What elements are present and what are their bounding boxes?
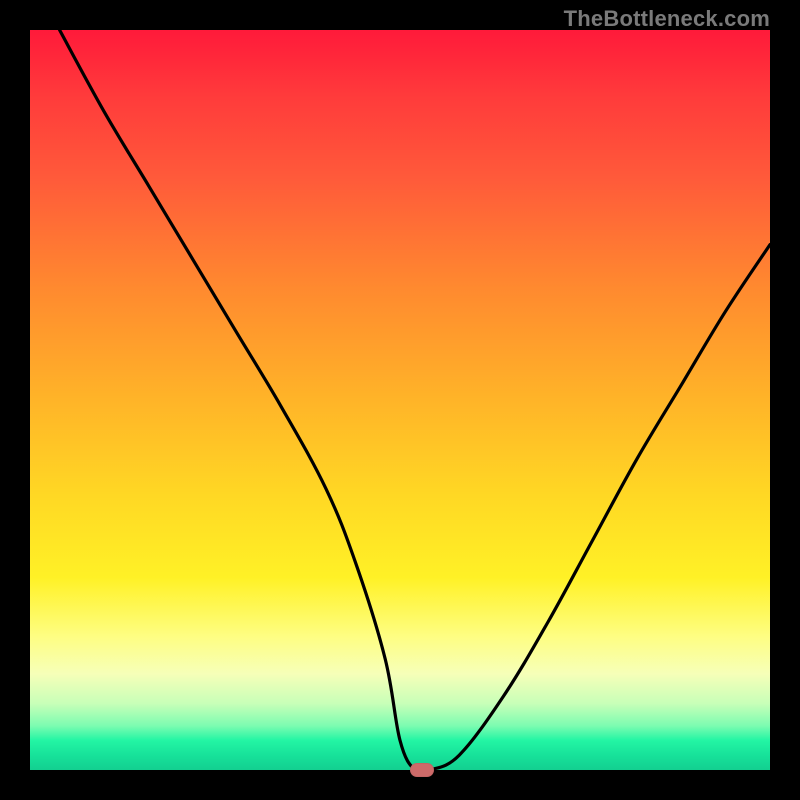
bottleneck-curve xyxy=(30,30,770,770)
attribution-label: TheBottleneck.com xyxy=(564,6,770,32)
plot-area xyxy=(30,30,770,770)
optimum-marker xyxy=(410,763,434,777)
curve-path xyxy=(60,30,770,770)
chart-frame: TheBottleneck.com xyxy=(0,0,800,800)
